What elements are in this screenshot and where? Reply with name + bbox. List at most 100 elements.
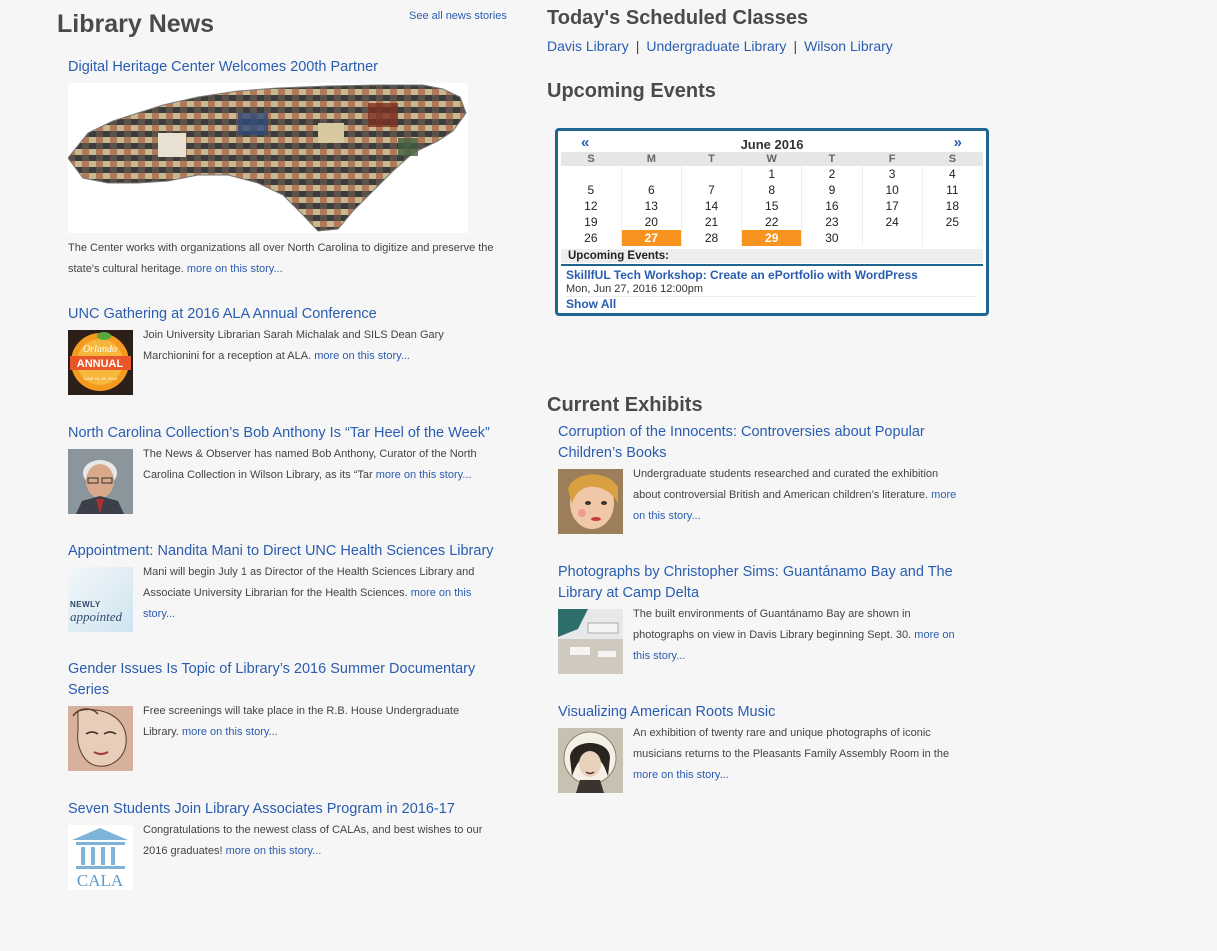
calendar-day: 4 (922, 166, 984, 182)
news-story-title[interactable]: UNC Gathering at 2016 ALA Annual Confere… (68, 306, 377, 322)
calendar-day: 30 (801, 230, 863, 246)
calendar-day: 14 (681, 198, 743, 214)
appointed-text: appointed (70, 609, 122, 624)
more-on-this-story-link[interactable]: more on this story... (633, 769, 729, 781)
bob-anthony-portrait-thumbnail[interactable] (68, 449, 133, 514)
calendar-day: 6 (621, 182, 682, 198)
upcoming-events-heading: Upcoming Events (547, 80, 716, 102)
news-story: Appointment: Nandita Mani to Direct UNC … (68, 541, 508, 632)
cala-text: CALA (77, 871, 124, 890)
cala-logo-thumbnail[interactable]: CALA (68, 825, 133, 890)
separator: | (635, 38, 640, 54)
divider (561, 264, 983, 266)
library-links: Davis Library | Undergraduate Library | Wils… (547, 38, 893, 54)
weekday-header: T (681, 152, 742, 166)
more-on-this-story-link[interactable]: more on this story... (314, 350, 410, 362)
next-month-button[interactable]: » (954, 134, 962, 151)
calendar-grid: SMTWTFS 1 2 3 4 5 6 7 8 9 10 11 12 13 14 15 16 17 18 19 20 2… (561, 152, 984, 246)
ala-annual-thumbnail[interactable]: Orlando ANNUAL JUNE 23–28, 2016 (68, 330, 133, 395)
ala-orlando-text: Orlando (83, 344, 117, 355)
calendar-day: 9 (801, 182, 863, 198)
calendar-day: 7 (681, 182, 743, 198)
ala-dates-text: JUNE 23–28, 2016 (83, 376, 118, 381)
exhibit-title[interactable]: Photographs by Christopher Sims: Guantán… (558, 562, 968, 604)
weekday-header: T (801, 152, 863, 166)
event-time: Mon, Jun 27, 2016 12:00pm (566, 283, 703, 295)
current-exhibits-heading: Current Exhibits (547, 394, 703, 416)
exhibit-children-book-thumbnail[interactable] (558, 469, 623, 534)
events-calendar: « June 2016 » SMTWTFS 1 2 3 4 5 6 7 8 9 10 11 12 13 1… (555, 128, 989, 316)
exhibit-title[interactable]: Corruption of the Innocents: Controversi… (558, 422, 958, 464)
nc-map-collage-image[interactable] (67, 83, 468, 233)
exhibit-item: Photographs by Christopher Sims: Guantán… (558, 562, 978, 674)
weekday-header: S (922, 152, 983, 166)
weekday-header: W (741, 152, 802, 166)
calendar-day: 26 (561, 230, 622, 246)
calendar-day (681, 166, 743, 182)
calendar-day: 19 (561, 214, 622, 230)
exhibit-guantanamo-thumbnail[interactable] (558, 609, 623, 674)
exhibit-roots-music-thumbnail[interactable] (558, 728, 623, 793)
davis-library-link[interactable]: Davis Library (547, 38, 629, 54)
calendar-week-row: 19 20 21 22 23 24 25 (561, 214, 984, 230)
upcoming-events-label: Upcoming Events: (561, 249, 983, 263)
exhibit-item: Visualizing American Roots Music An exhi… (558, 702, 978, 793)
more-on-this-story-link[interactable]: more on this story... (187, 263, 283, 275)
calendar-day[interactable]: 27 (621, 230, 682, 246)
calendar-day: 11 (922, 182, 984, 198)
calendar-day: 24 (862, 214, 923, 230)
newly-text: NEWLY (70, 600, 101, 609)
ala-annual-text: ANNUAL (77, 358, 124, 370)
calendar-day: 22 (741, 214, 803, 230)
calendar-week-row: 1234 (561, 166, 984, 182)
exhibit-item: Corruption of the Innocents: Controversi… (558, 422, 978, 534)
calendar-day: 13 (621, 198, 682, 214)
more-on-this-story-link[interactable]: more on this story... (182, 726, 278, 738)
news-story-title[interactable]: North Carolina Collection’s Bob Anthony … (68, 425, 490, 441)
newly-appointed-thumbnail[interactable]: NEWLY appointed (68, 567, 133, 632)
calendar-day: 2 (801, 166, 863, 182)
news-story: Digital Heritage Center Welcomes 200th P… (67, 57, 508, 275)
library-news-heading: Library News (57, 10, 215, 38)
scheduled-classes-heading: Today's Scheduled Classes (547, 7, 809, 29)
weekday-header: S (561, 152, 622, 166)
show-all-events-link[interactable]: Show All (566, 296, 976, 311)
calendar-day[interactable]: 29 (741, 230, 803, 246)
exhibit-text: An exhibition of twenty rare and unique … (633, 727, 950, 760)
news-story-title[interactable]: Seven Students Join Library Associates P… (68, 801, 455, 817)
news-story-title[interactable]: Gender Issues Is Topic of Library’s 2016… (68, 659, 488, 701)
calendar-day: 1 (741, 166, 803, 182)
wilson-library-link[interactable]: Wilson Library (804, 38, 893, 54)
news-story: Seven Students Join Library Associates P… (68, 799, 508, 890)
calendar-day (621, 166, 682, 182)
calendar-week-row: 26 27 28 29 30 (561, 230, 984, 246)
calendar-day: 25 (922, 214, 984, 230)
calendar-day: 3 (862, 166, 923, 182)
calendar-day: 10 (862, 182, 923, 198)
calendar-day (922, 230, 984, 246)
documentary-illustration-thumbnail[interactable] (68, 706, 133, 771)
calendar-month-label: June 2016 (740, 137, 804, 152)
calendar-day: 18 (922, 198, 984, 214)
news-story-title[interactable]: Digital Heritage Center Welcomes 200th P… (68, 59, 378, 75)
calendar-day: 21 (681, 214, 743, 230)
calendar-day (862, 230, 923, 246)
calendar-day: 15 (741, 198, 803, 214)
calendar-day: 12 (561, 198, 622, 214)
event-title-link[interactable]: SkillfUL Tech Workshop: Create an ePortf… (566, 268, 918, 282)
calendar-day: 28 (681, 230, 743, 246)
calendar-day: 5 (561, 182, 622, 198)
see-all-news-link[interactable]: See all news stories (409, 10, 507, 22)
more-on-this-story-link[interactable]: more on this story... (376, 469, 472, 481)
more-on-this-story-link[interactable]: more on this story... (226, 845, 322, 857)
news-story: UNC Gathering at 2016 ALA Annual Confere… (68, 304, 508, 395)
calendar-day: 16 (801, 198, 863, 214)
calendar-day: 20 (621, 214, 682, 230)
calendar-week-row: 12 13 14 15 16 17 18 (561, 198, 984, 214)
undergraduate-library-link[interactable]: Undergraduate Library (646, 38, 786, 54)
news-story-title[interactable]: Appointment: Nandita Mani to Direct UNC … (68, 543, 494, 559)
separator: | (793, 38, 798, 54)
news-story: Gender Issues Is Topic of Library’s 2016… (68, 659, 508, 771)
calendar-day (561, 166, 622, 182)
exhibit-title[interactable]: Visualizing American Roots Music (558, 704, 775, 720)
